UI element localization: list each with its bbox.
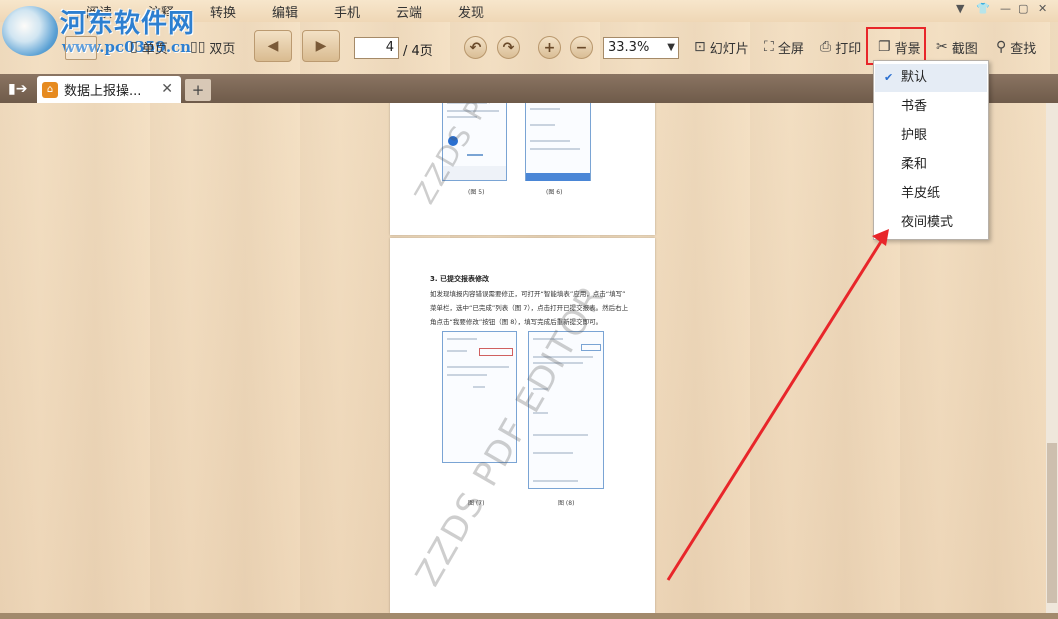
figure-5-caption: (图 5): [468, 189, 485, 196]
close-window-icon[interactable]: ✕: [1038, 2, 1047, 15]
scrollbar-thumb[interactable]: [1047, 443, 1057, 603]
undo-button[interactable]: ↶: [464, 36, 487, 59]
maximize-icon[interactable]: ▢: [1018, 2, 1028, 15]
undo-icon: ↶: [469, 39, 482, 56]
phone-screenshot-6: [525, 103, 591, 181]
menu-convert[interactable]: 转换: [210, 2, 236, 21]
redo-button[interactable]: ↷: [497, 36, 520, 59]
vertical-scrollbar[interactable]: [1046, 103, 1058, 613]
zoom-select[interactable]: 33.3% ▼: [603, 37, 679, 59]
sidebar-toggle-icon[interactable]: ▮➔: [8, 81, 27, 97]
figure-6-caption: (图 6): [546, 189, 563, 196]
skin-shirt-icon[interactable]: 👕: [976, 2, 990, 15]
fullscreen-button[interactable]: ⛶ 全屏: [764, 36, 804, 58]
printer-icon: ⎙: [820, 39, 832, 55]
menu-mobile[interactable]: 手机: [334, 2, 360, 21]
double-page-button[interactable]: ▯▯ 双页: [190, 36, 235, 58]
double-page-icon: ▯▯: [190, 39, 206, 55]
app-window: 阅读 注释 转换 编辑 手机 云端 发现 ▼ 👕 — ▢ ✕ 河东软件网 www…: [0, 0, 1058, 619]
arrow-right-icon: ▶: [315, 38, 327, 54]
print-button[interactable]: ⎙ 打印: [820, 36, 861, 58]
bg-option-default[interactable]: ✔ 默认: [875, 64, 987, 92]
tab-document-label: 数据上报操...: [64, 84, 142, 99]
figure-8-caption: 图 (8): [558, 500, 575, 507]
scissors-icon: ✂: [936, 39, 948, 55]
next-page-button[interactable]: ▶: [302, 30, 340, 62]
search-icon: ⚲: [996, 39, 1007, 55]
fullscreen-icon: ⛶: [764, 39, 774, 55]
bg-option-book[interactable]: 书香: [875, 93, 987, 121]
status-strip: [0, 613, 1058, 619]
menu-discover[interactable]: 发现: [458, 2, 484, 21]
dropdown-arrow-icon[interactable]: ▼: [956, 2, 964, 15]
menu-edit[interactable]: 编辑: [272, 2, 298, 21]
tab-document[interactable]: ⌂ 数据上报操... ✕: [37, 76, 181, 103]
close-tab-icon[interactable]: ✕: [161, 81, 173, 97]
arrow-left-icon: ◀: [267, 38, 279, 54]
menu-cloud[interactable]: 云端: [396, 2, 422, 21]
zoom-out-button[interactable]: −: [570, 36, 593, 59]
check-icon: ✔: [884, 71, 894, 84]
redo-icon: ↷: [502, 39, 515, 56]
minus-icon: −: [575, 39, 588, 56]
minimize-icon[interactable]: —: [1000, 2, 1011, 15]
bg-option-night-mode[interactable]: 夜间模式: [875, 209, 987, 237]
screenshot-button[interactable]: ✂ 截图: [936, 36, 978, 58]
page-total-label: / 4页: [403, 44, 433, 59]
bg-option-soft[interactable]: 柔和: [875, 151, 987, 179]
single-page-button[interactable]: ▯ 单页: [130, 36, 168, 58]
prev-page-button[interactable]: ◀: [254, 30, 292, 62]
view-mode-box[interactable]: [65, 36, 97, 60]
find-button[interactable]: ⚲ 查找: [996, 36, 1036, 58]
slideshow-icon: ⊡: [694, 39, 706, 55]
single-page-icon: ▯: [130, 39, 138, 55]
page-number-input[interactable]: 4: [354, 37, 399, 59]
zoom-in-button[interactable]: +: [538, 36, 561, 59]
bg-option-eye-care[interactable]: 护眼: [875, 122, 987, 150]
bg-option-parchment[interactable]: 羊皮纸: [875, 180, 987, 208]
pdf-file-icon: ⌂: [42, 81, 58, 98]
background-dropdown-menu: ✔ 默认 书香 护眼 柔和 羊皮纸 夜间模式: [873, 60, 989, 240]
section-heading: 3. 已提交报表修改: [430, 275, 489, 283]
chevron-down-icon: ▼: [667, 42, 675, 53]
slideshow-button[interactable]: ⊡ 幻灯片: [694, 36, 749, 58]
add-tab-button[interactable]: +: [185, 79, 211, 101]
plus-icon: +: [543, 39, 556, 56]
